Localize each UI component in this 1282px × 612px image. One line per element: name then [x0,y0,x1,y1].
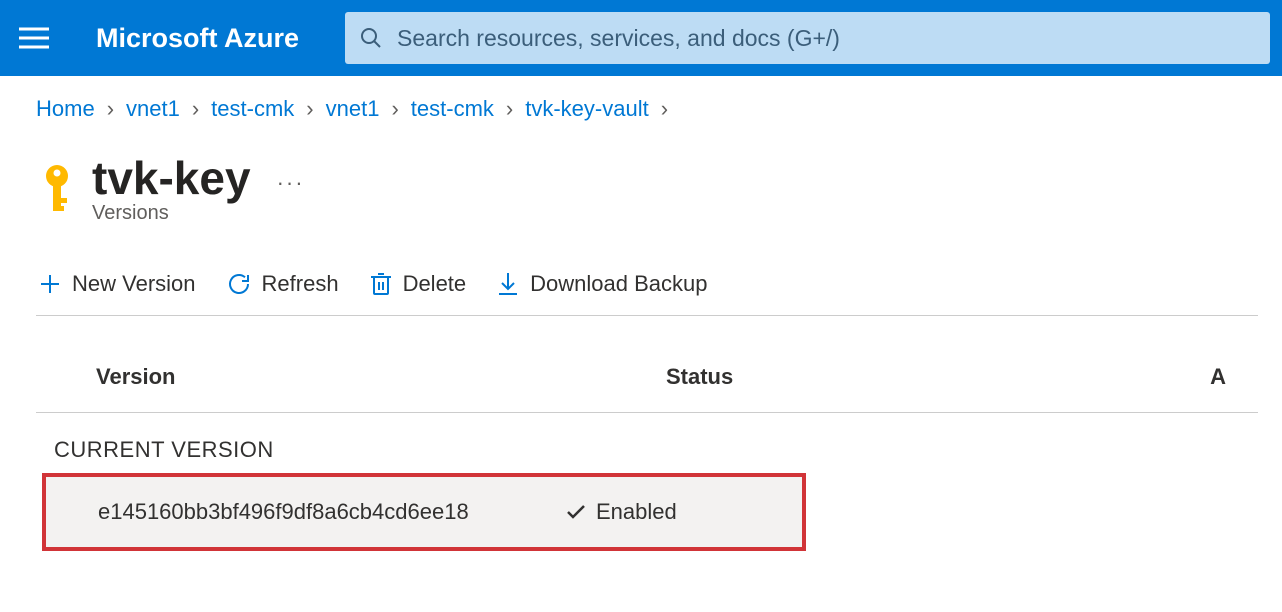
page-title: tvk-key [92,154,251,202]
column-a[interactable]: A [1206,364,1226,390]
breadcrumb-item-testcmk1[interactable]: test-cmk [211,96,294,122]
breadcrumb-item-home[interactable]: Home [36,96,95,122]
chevron-right-icon: › [192,96,199,122]
trash-icon [369,271,393,297]
refresh-label: Refresh [262,271,339,297]
brand-label: Microsoft Azure [96,23,299,54]
hamburger-icon [19,27,49,49]
plus-icon [38,272,62,296]
breadcrumb-item-testcmk2[interactable]: test-cmk [411,96,494,122]
new-version-label: New Version [72,271,196,297]
chevron-right-icon: › [107,96,114,122]
cell-status-text: Enabled [596,499,677,525]
delete-button[interactable]: Delete [367,267,469,301]
search-input[interactable] [397,25,1256,52]
breadcrumb-item-vnet1a[interactable]: vnet1 [126,96,180,122]
key-icon [36,164,78,217]
refresh-icon [226,271,252,297]
hamburger-menu[interactable] [12,16,56,60]
breadcrumb-item-keyvault[interactable]: tvk-key-vault [525,96,648,122]
group-current-version: CURRENT VERSION [54,437,1258,463]
toolbar: New Version Refresh Delete [36,267,1258,316]
cell-version: e145160bb3bf496f9df8a6cb4cd6ee18 [98,499,566,525]
breadcrumb-item-vnet1b[interactable]: vnet1 [326,96,380,122]
chevron-right-icon: › [661,96,668,122]
chevron-right-icon: › [506,96,513,122]
page-subtitle: Versions [92,202,305,225]
table-row[interactable]: e145160bb3bf496f9df8a6cb4cd6ee18 Enabled [46,477,802,547]
new-version-button[interactable]: New Version [36,267,198,301]
breadcrumb: Home › vnet1 › test-cmk › vnet1 › test-c… [36,96,1258,122]
table-header: Version Status A [36,364,1258,413]
download-backup-button[interactable]: Download Backup [494,267,709,301]
cell-status: Enabled [566,499,677,525]
highlighted-row: e145160bb3bf496f9df8a6cb4cd6ee18 Enabled [42,473,806,551]
delete-label: Delete [403,271,467,297]
download-icon [496,271,520,297]
column-status[interactable]: Status [666,364,1206,390]
search-icon [359,26,383,50]
refresh-button[interactable]: Refresh [224,267,341,301]
column-version[interactable]: Version [96,364,666,390]
chevron-right-icon: › [306,96,313,122]
more-menu[interactable]: ··· [277,170,305,196]
download-backup-label: Download Backup [530,271,707,297]
check-icon [566,504,586,520]
search-box[interactable] [345,12,1270,64]
chevron-right-icon: › [391,96,398,122]
